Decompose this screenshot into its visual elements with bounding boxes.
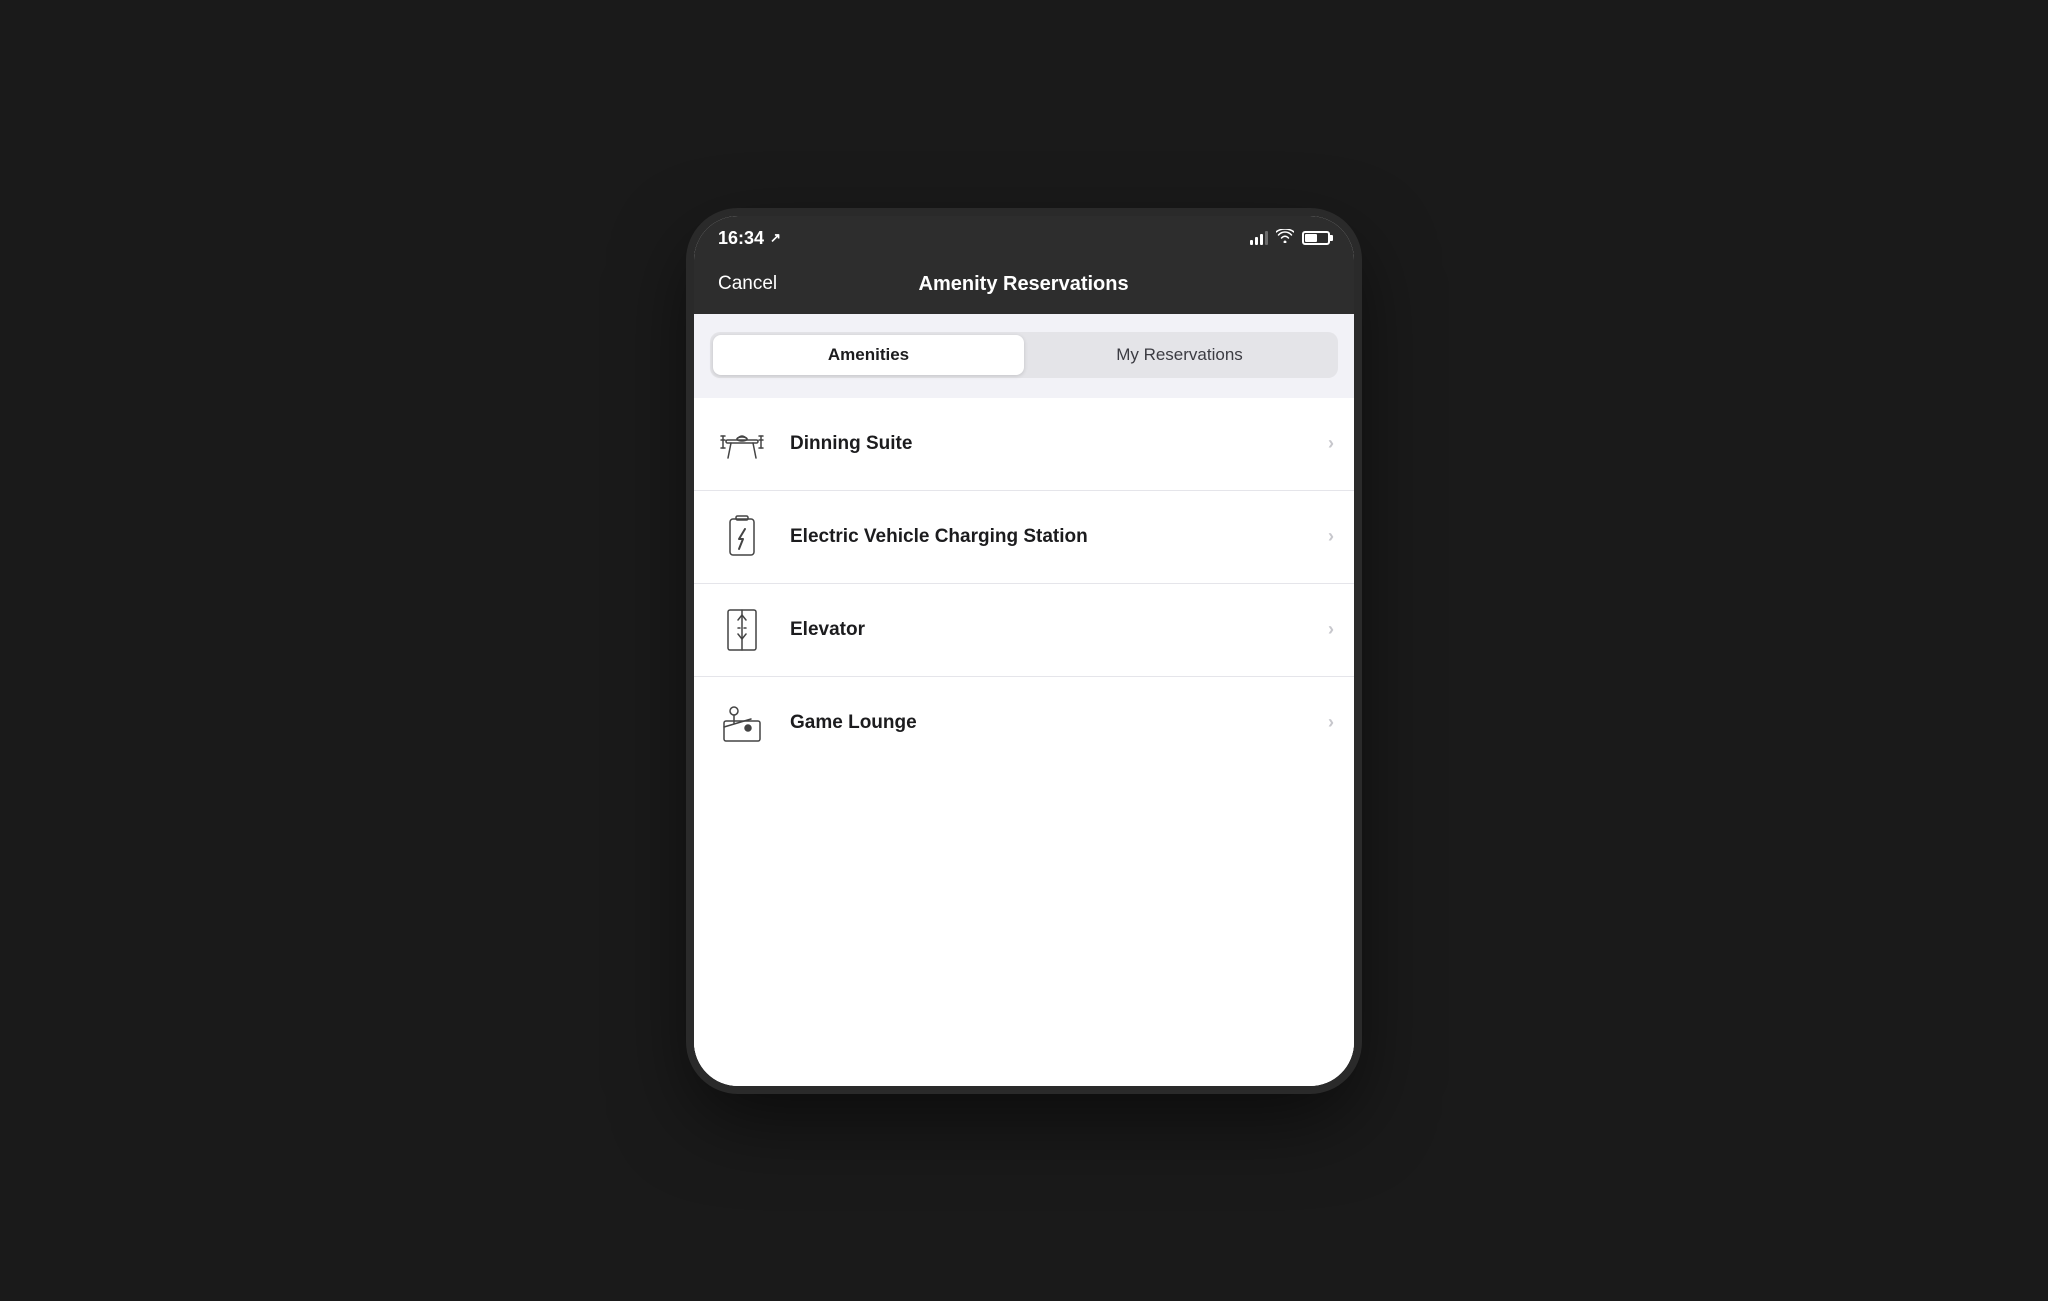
tab-my-reservations[interactable]: My Reservations <box>1024 335 1335 375</box>
wifi-icon <box>1276 229 1294 248</box>
cancel-button[interactable]: Cancel <box>718 273 777 295</box>
nav-bar: Cancel Amenity Reservations <box>694 259 1354 314</box>
list-item-elevator[interactable]: Elevator › <box>694 584 1354 677</box>
status-time: 16:34 ↗ <box>718 228 781 249</box>
status-icons <box>1250 229 1330 248</box>
tab-amenities[interactable]: Amenities <box>713 335 1024 375</box>
status-bar: 16:34 ↗ <box>694 216 1354 259</box>
dining-icon <box>714 416 770 472</box>
phone-frame: 16:34 ↗ Cancel Amen <box>694 216 1354 1086</box>
chevron-right-icon: › <box>1328 526 1334 547</box>
ev-charging-label: Electric Vehicle Charging Station <box>790 526 1328 548</box>
page-title: Amenity Reservations <box>919 273 1129 296</box>
content-area: Amenities My Reservations <box>694 314 1354 1086</box>
game-lounge-icon <box>714 695 770 751</box>
elevator-icon <box>714 602 770 658</box>
ev-charging-icon <box>714 509 770 565</box>
signal-bars-icon <box>1250 231 1268 245</box>
amenities-list: Dinning Suite › Electric Vehicle Chargin… <box>694 398 1354 1086</box>
dining-suite-label: Dinning Suite <box>790 433 1328 455</box>
chevron-right-icon: › <box>1328 433 1334 454</box>
list-item-dining-suite[interactable]: Dinning Suite › <box>694 398 1354 491</box>
chevron-right-icon: › <box>1328 712 1334 733</box>
list-item-ev-charging[interactable]: Electric Vehicle Charging Station › <box>694 491 1354 584</box>
location-arrow-icon: ↗ <box>770 230 781 246</box>
game-lounge-label: Game Lounge <box>790 712 1328 734</box>
time-display: 16:34 <box>718 228 764 249</box>
battery-icon <box>1302 231 1330 245</box>
elevator-label: Elevator <box>790 619 1328 641</box>
chevron-right-icon: › <box>1328 619 1334 640</box>
segmented-control: Amenities My Reservations <box>710 332 1338 378</box>
list-item-game-lounge[interactable]: Game Lounge › <box>694 677 1354 769</box>
